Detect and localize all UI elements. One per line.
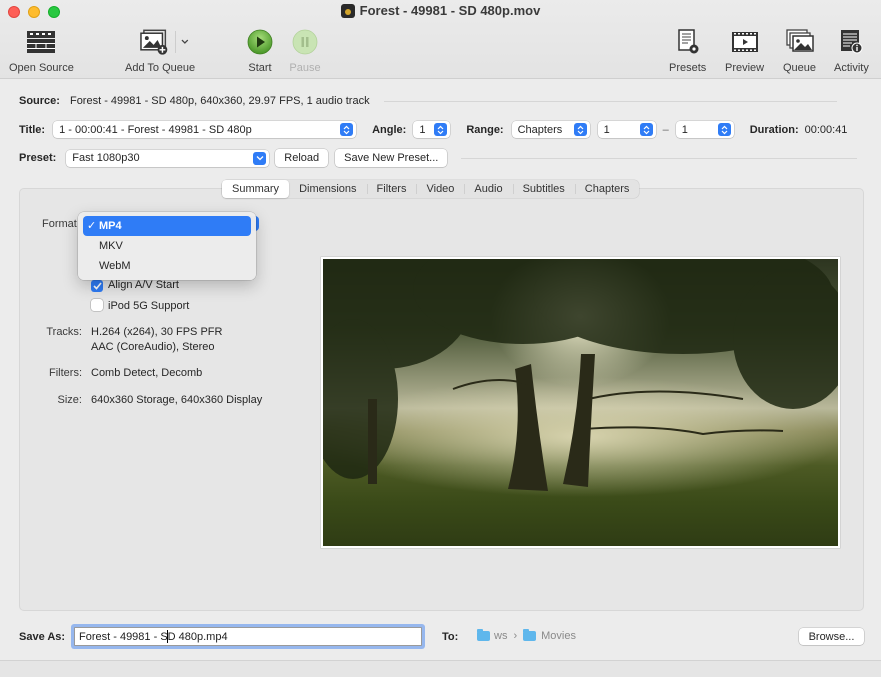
film-preview-icon — [729, 28, 761, 56]
preview-button[interactable]: Preview — [725, 28, 764, 74]
align-av-start-checkbox[interactable]: Align A/V Start — [91, 279, 179, 292]
video-preview-image — [323, 259, 838, 546]
tab-summary[interactable]: Summary — [222, 180, 290, 198]
queue-button[interactable]: Queue — [783, 28, 816, 74]
updown-arrows-icon — [573, 123, 587, 136]
preview-frame[interactable] — [321, 257, 840, 548]
presets-document-icon — [672, 28, 704, 56]
ipod-5g-support-checkbox[interactable]: iPod 5G Support — [91, 299, 189, 312]
source-row: Source: Forest - 49981 - SD 480p, 640x36… — [0, 94, 881, 108]
format-dropdown-menu: ✓ MP4 MKV WebM — [78, 212, 256, 280]
tab-dimensions[interactable]: Dimensions — [289, 180, 366, 198]
updown-arrows-icon — [639, 123, 653, 136]
checkbox-unchecked-icon — [91, 299, 103, 311]
save-as-label: Save As: — [19, 631, 66, 643]
preset-popup[interactable]: Fast 1080p30 — [66, 149, 270, 167]
path-separator-icon: › — [513, 630, 518, 642]
chevron-down-icon[interactable] — [180, 38, 190, 46]
range-separator: – — [662, 123, 669, 136]
window-title-text: Forest - 49981 - SD 480p.mov — [359, 3, 541, 18]
tab-subtitles[interactable]: Subtitles — [512, 180, 575, 198]
window-title: Forest - 49981 - SD 480p.mov — [0, 3, 881, 18]
pause-button[interactable]: Pause — [289, 28, 321, 74]
clapperboard-icon — [25, 28, 57, 56]
source-value: Forest - 49981 - SD 480p, 640x360, 29.97… — [69, 95, 370, 107]
open-source-button[interactable]: Open Source — [9, 28, 74, 74]
queue-photos-icon — [784, 28, 816, 56]
chevron-down-icon — [253, 151, 267, 165]
duration-label: Duration: — [749, 123, 799, 136]
presets-button[interactable]: Presets — [669, 28, 706, 74]
format-label: Format — [42, 218, 77, 230]
title-row: Title: 1 - 00:00:41 - Forest - 49981 - S… — [0, 121, 881, 138]
tab-chapters[interactable]: Chapters — [574, 180, 640, 198]
format-option-mkv[interactable]: MKV — [83, 236, 251, 256]
handbrake-app-icon — [340, 3, 355, 18]
tab-bar: Summary Dimensions Filters Video Audio S… — [222, 180, 640, 198]
handbrake-window: Forest - 49981 - SD 480p.mov Open Source — [0, 0, 881, 677]
angle-popup[interactable]: 1 — [413, 121, 451, 138]
path-component-ws[interactable]: ws — [494, 630, 507, 642]
range-mode-popup[interactable]: Chapters — [511, 121, 590, 138]
home-folder-icon — [477, 629, 490, 641]
start-button[interactable]: Start — [244, 28, 276, 74]
divider — [383, 100, 837, 102]
browse-button[interactable]: Browse... — [799, 628, 864, 645]
play-icon — [244, 28, 276, 56]
tracks-audio-value: AAC (CoreAudio), Stereo — [91, 341, 215, 353]
title-popup[interactable]: 1 - 00:00:41 - Forest - 49981 - SD 480p — [53, 121, 357, 138]
duration-value: 00:00:41 — [804, 123, 848, 136]
size-value: 640x360 Storage, 640x360 Display — [91, 394, 263, 406]
size-label: Size: — [57, 394, 82, 406]
reload-button[interactable]: Reload — [275, 149, 329, 167]
format-option-webm[interactable]: WebM — [83, 256, 251, 276]
title-label: Title: — [19, 123, 46, 136]
source-label: Source: — [19, 95, 60, 107]
save-new-preset-button[interactable]: Save New Preset... — [335, 149, 448, 167]
updown-arrows-icon — [340, 123, 354, 136]
preset-row: Preset: Fast 1080p30 Reload Save New Pre… — [0, 149, 881, 167]
path-component-movies[interactable]: Movies — [541, 630, 576, 642]
format-option-mp4[interactable]: ✓ MP4 — [83, 216, 251, 236]
checkbox-checked-icon — [91, 280, 103, 292]
tab-filters[interactable]: Filters — [366, 180, 417, 198]
divider — [461, 157, 858, 159]
add-to-queue-button[interactable]: Add To Queue — [125, 28, 195, 74]
range-label: Range: — [466, 123, 504, 136]
preset-label: Preset: — [19, 152, 57, 164]
tab-video[interactable]: Video — [416, 180, 464, 198]
range-end-popup[interactable]: 1 — [675, 121, 734, 138]
tracks-video-value: H.264 (x264), 30 FPS PFR — [91, 326, 223, 338]
checkmark-icon: ✓ — [87, 220, 97, 232]
destination-path[interactable]: ws › Movies — [477, 629, 576, 642]
tracks-label: Tracks: — [46, 326, 82, 338]
to-label: To: — [442, 631, 459, 643]
angle-label: Angle: — [372, 123, 407, 136]
activity-button[interactable]: Activity — [834, 28, 869, 74]
range-start-popup[interactable]: 1 — [597, 121, 656, 138]
window-bottom-edge — [0, 660, 881, 677]
toolbar: Forest - 49981 - SD 480p.mov Open Source — [0, 0, 881, 79]
activity-log-icon — [835, 28, 867, 56]
filters-label: Filters: — [49, 367, 82, 379]
tab-audio[interactable]: Audio — [464, 180, 512, 198]
updown-arrows-icon — [434, 123, 448, 136]
updown-arrows-icon — [717, 123, 731, 136]
filters-value: Comb Detect, Decomb — [91, 367, 203, 379]
add-photo-icon — [140, 29, 168, 55]
save-as-filename-input[interactable]: Forest - 49981 - SD 480p.mp4 — [74, 627, 422, 646]
movies-folder-icon — [523, 629, 537, 641]
pause-icon — [289, 28, 321, 56]
